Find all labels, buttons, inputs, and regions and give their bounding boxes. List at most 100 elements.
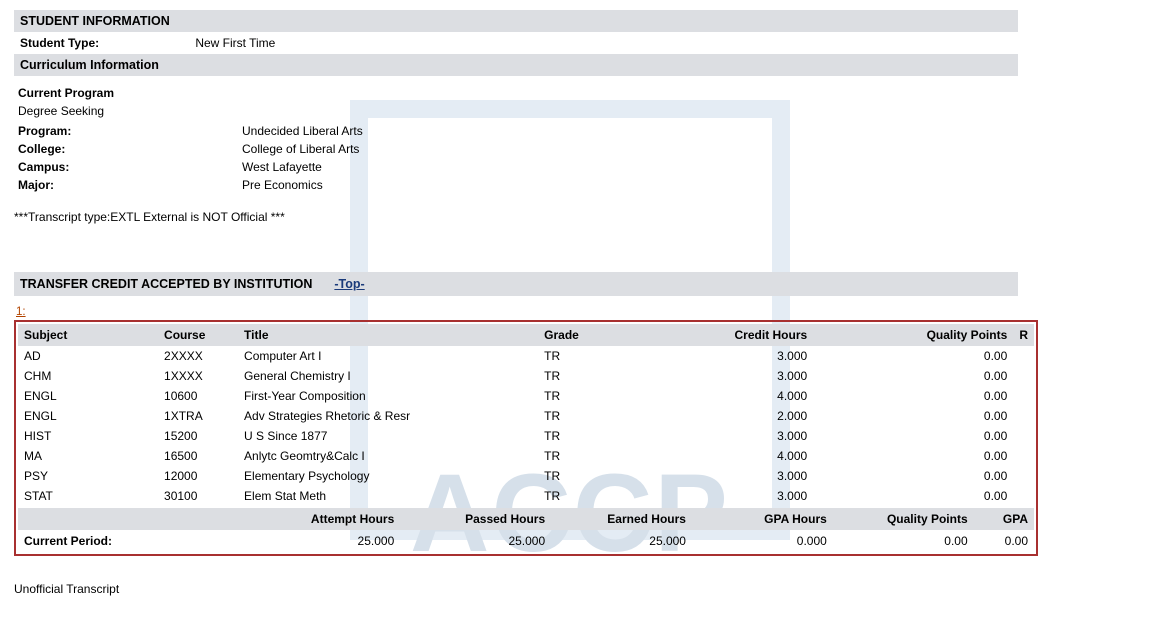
- table-row: ENGL10600First-Year CompositionTR4.0000.…: [18, 386, 1034, 406]
- cell-credit-hours: 3.000: [673, 466, 813, 486]
- curriculum-value: Pre Economics: [242, 178, 323, 192]
- th-gpa: GPA: [974, 508, 1034, 530]
- cell-title: General Chemistry I: [238, 366, 538, 386]
- top-link[interactable]: -Top-: [318, 277, 364, 291]
- table-row: HIST15200U S Since 1877TR3.0000.00: [18, 426, 1034, 446]
- th-grade: Grade: [538, 324, 673, 346]
- curriculum-label: Major:: [18, 178, 242, 192]
- curriculum-label: Campus:: [18, 160, 242, 174]
- cell-r-col: [1013, 426, 1034, 446]
- totals-header-row: Attempt Hours Passed Hours Earned Hours …: [18, 508, 1034, 530]
- cell-course: 15200: [158, 426, 238, 446]
- cell-course: 30100: [158, 486, 238, 506]
- th-earned-hours: Earned Hours: [551, 508, 692, 530]
- cell-grade: TR: [538, 426, 673, 446]
- cell-title: Elem Stat Meth: [238, 486, 538, 506]
- current-program-title: Current Program: [18, 84, 1157, 102]
- curriculum-value: West Lafayette: [242, 160, 322, 174]
- cell-r-col: [1013, 366, 1034, 386]
- cell-r-col: [1013, 406, 1034, 426]
- cell-title: U S Since 1877: [238, 426, 538, 446]
- cell-quality-points: 0.00: [813, 386, 1013, 406]
- cell-subject: ENGL: [18, 406, 158, 426]
- table-row: PSY12000Elementary PsychologyTR3.0000.00: [18, 466, 1034, 486]
- cell-course: 16500: [158, 446, 238, 466]
- cell-subject: MA: [18, 446, 158, 466]
- totals-quality-points: 0.00: [833, 530, 974, 552]
- th-r: R: [1013, 324, 1034, 346]
- table-row: STAT30100Elem Stat MethTR3.0000.00: [18, 486, 1034, 506]
- totals-label: Current Period:: [18, 530, 249, 552]
- cell-grade: TR: [538, 486, 673, 506]
- th-gpa-hours: GPA Hours: [692, 508, 833, 530]
- credit-table-wrap: Subject Course Title Grade Credit Hours …: [14, 320, 1038, 556]
- cell-subject: PSY: [18, 466, 158, 486]
- th-totals-qp: Quality Points: [833, 508, 974, 530]
- cell-credit-hours: 4.000: [673, 386, 813, 406]
- th-course: Course: [158, 324, 238, 346]
- cell-credit-hours: 3.000: [673, 346, 813, 366]
- cell-subject: ENGL: [18, 386, 158, 406]
- curriculum-block: Current Program Degree Seeking Program:U…: [14, 76, 1161, 196]
- student-type-value: New First Time: [195, 36, 275, 50]
- curriculum-label: Program:: [18, 124, 242, 138]
- table-row: AD2XXXXComputer Art ITR3.0000.00: [18, 346, 1034, 366]
- curriculum-row: Campus:West Lafayette: [18, 158, 1157, 176]
- cell-grade: TR: [538, 346, 673, 366]
- table-row: MA16500Anlytc Geomtry&Calc ITR4.0000.00: [18, 446, 1034, 466]
- cell-r-col: [1013, 346, 1034, 366]
- totals-row: Current Period: 25.000 25.000 25.000 0.0…: [18, 530, 1034, 552]
- transfer-credit-title: TRANSFER CREDIT ACCEPTED BY INSTITUTION: [14, 272, 318, 296]
- curriculum-row: College:College of Liberal Arts: [18, 140, 1157, 158]
- totals-gpa: 0.00: [974, 530, 1034, 552]
- cell-quality-points: 0.00: [813, 486, 1013, 506]
- student-type-label: Student Type:: [20, 36, 192, 50]
- credit-table: Subject Course Title Grade Credit Hours …: [18, 324, 1034, 506]
- cell-grade: TR: [538, 366, 673, 386]
- th-attempt-hours: Attempt Hours: [249, 508, 400, 530]
- cell-subject: CHM: [18, 366, 158, 386]
- cell-title: Elementary Psychology: [238, 466, 538, 486]
- totals-earned: 25.000: [551, 530, 692, 552]
- cell-r-col: [1013, 386, 1034, 406]
- cell-course: 12000: [158, 466, 238, 486]
- cell-quality-points: 0.00: [813, 366, 1013, 386]
- section-header-curriculum: Curriculum Information: [14, 54, 1018, 76]
- section-header-student-info: STUDENT INFORMATION: [14, 10, 1018, 32]
- cell-credit-hours: 3.000: [673, 426, 813, 446]
- cell-credit-hours: 4.000: [673, 446, 813, 466]
- cell-grade: TR: [538, 386, 673, 406]
- totals-passed: 25.000: [400, 530, 551, 552]
- th-subject: Subject: [18, 324, 158, 346]
- cell-quality-points: 0.00: [813, 406, 1013, 426]
- cell-subject: AD: [18, 346, 158, 366]
- cell-credit-hours: 2.000: [673, 406, 813, 426]
- curriculum-label: College:: [18, 142, 242, 156]
- th-title: Title: [238, 324, 538, 346]
- th-quality-points: Quality Points: [813, 324, 1013, 346]
- sequence-label[interactable]: 1:: [14, 296, 1161, 320]
- cell-title: Computer Art I: [238, 346, 538, 366]
- totals-attempt: 25.000: [249, 530, 400, 552]
- transcript-official-note: ***Transcript type:EXTL External is NOT …: [14, 196, 1161, 224]
- cell-quality-points: 0.00: [813, 446, 1013, 466]
- cell-grade: TR: [538, 466, 673, 486]
- cell-credit-hours: 3.000: [673, 486, 813, 506]
- section-header-transfer: TRANSFER CREDIT ACCEPTED BY INSTITUTION …: [14, 272, 1018, 296]
- curriculum-value: Undecided Liberal Arts: [242, 124, 363, 138]
- totals-table: Attempt Hours Passed Hours Earned Hours …: [18, 508, 1034, 552]
- cell-course: 1XTRA: [158, 406, 238, 426]
- th-credit-hours: Credit Hours: [673, 324, 813, 346]
- unofficial-transcript-label: Unofficial Transcript: [14, 556, 1161, 596]
- cell-credit-hours: 3.000: [673, 366, 813, 386]
- cell-quality-points: 0.00: [813, 466, 1013, 486]
- cell-quality-points: 0.00: [813, 426, 1013, 446]
- table-row: ENGL1XTRAAdv Strategies Rhetoric & ResrT…: [18, 406, 1034, 426]
- th-totals-blank: [18, 508, 249, 530]
- credit-header-row: Subject Course Title Grade Credit Hours …: [18, 324, 1034, 346]
- curriculum-row: Program:Undecided Liberal Arts: [18, 122, 1157, 140]
- table-row: CHM1XXXXGeneral Chemistry ITR3.0000.00: [18, 366, 1034, 386]
- cell-r-col: [1013, 466, 1034, 486]
- cell-quality-points: 0.00: [813, 346, 1013, 366]
- cell-grade: TR: [538, 406, 673, 426]
